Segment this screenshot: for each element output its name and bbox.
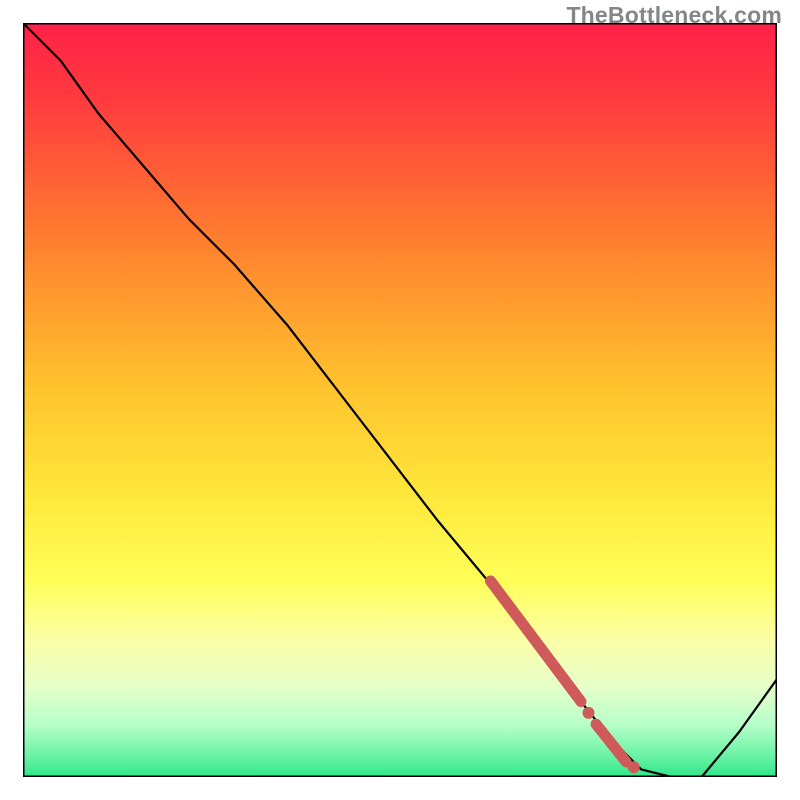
gradient-background: [23, 23, 777, 777]
plot-area: [23, 23, 777, 777]
chart-container: TheBottleneck.com: [0, 0, 800, 800]
chart-svg: [23, 23, 777, 777]
watermark-text: TheBottleneck.com: [566, 2, 782, 29]
highlight-dot: [583, 707, 595, 719]
highlight-dot: [628, 761, 640, 773]
